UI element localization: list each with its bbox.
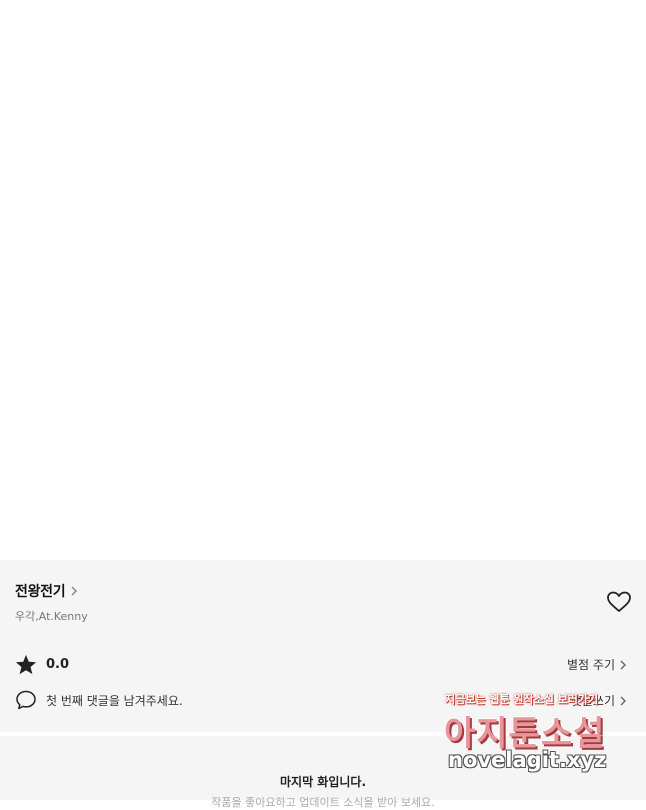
series-title-link[interactable]: 전왕전기 <box>15 581 79 601</box>
last-episode-subtext: 작품을 좋아요하고 업데이트 소식을 받아 보세요. <box>211 796 435 809</box>
chevron-right-icon <box>620 696 626 705</box>
episode-content-area <box>0 0 646 560</box>
series-title: 전왕전기 <box>15 584 66 600</box>
rating-display: 0.0 <box>15 654 69 675</box>
last-episode-notice: 마지막 화입니다. <box>279 775 367 789</box>
chevron-right-icon <box>620 660 626 669</box>
comment-prompt-row[interactable]: 첫 번째 댓글을 남겨주세요. <box>15 689 183 711</box>
heart-icon[interactable] <box>606 590 632 614</box>
series-authors: 우각,At.Kenny <box>15 610 88 623</box>
write-comment-button[interactable]: 댓글쓰기 <box>571 692 628 709</box>
series-info-panel: 전왕전기 우각,At.Kenny 0.0 별점 주기 첫 번째 댓글을 남겨주세… <box>0 560 646 732</box>
speech-bubble-icon <box>16 690 36 710</box>
write-comment-label: 댓글쓰기 <box>570 694 615 708</box>
last-episode-footer: 마지막 화입니다. 작품을 좋아요하고 업데이트 소식을 받아 보세요. <box>0 736 646 809</box>
rating-value: 0.0 <box>46 657 70 672</box>
rate-button-label: 별점 주기 <box>567 658 615 672</box>
chevron-right-icon <box>71 586 78 596</box>
comment-prompt: 첫 번째 댓글을 남겨주세요. <box>46 693 183 708</box>
star-icon <box>15 654 37 675</box>
rate-button[interactable]: 별점 주기 <box>567 656 628 673</box>
